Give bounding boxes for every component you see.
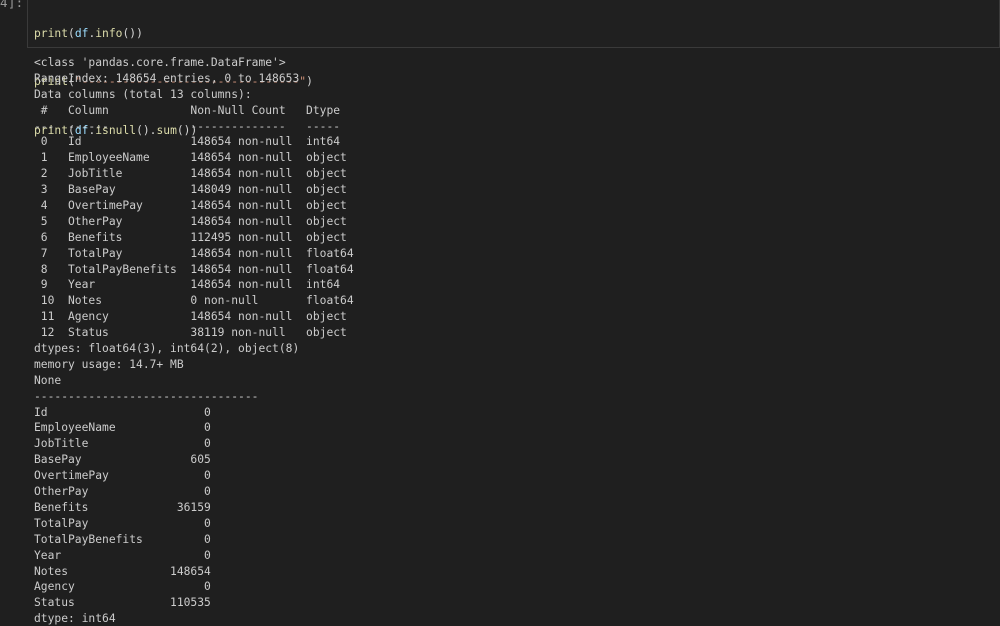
output-line: Notes 148654 — [34, 564, 211, 578]
output-line: Year 0 — [34, 548, 211, 562]
output-line: Id 0 — [34, 405, 211, 419]
code-token-close: ()) — [122, 26, 143, 40]
output-line: 10 Notes 0 non-null float64 — [34, 294, 354, 308]
output-line: Status 110535 — [34, 596, 211, 610]
output-line: 9 Year 148654 non-null int64 — [34, 278, 354, 292]
output-line: TotalPayBenefits 0 — [34, 532, 211, 546]
output-line: EmployeeName 0 — [34, 421, 211, 435]
output-line: 6 Benefits 112495 non-null object — [34, 230, 354, 244]
output-line: 5 OtherPay 148654 non-null object — [34, 214, 354, 228]
output-line: 12 Status 38119 non-null object — [34, 326, 354, 340]
output-line: Agency 0 — [34, 580, 211, 594]
output-line: <class 'pandas.core.frame.DataFrame'> — [34, 56, 286, 69]
output-line: OvertimePay 0 — [34, 469, 211, 483]
output-line: 2 JobTitle 148654 non-null object — [34, 167, 354, 181]
code-token-paren: ( — [68, 26, 75, 40]
output-line: # Column Non-Null Count Dtype — [34, 103, 354, 117]
code-cell-editor[interactable]: print(df.info()) print("----------------… — [27, 0, 1000, 137]
output-line: 3 BasePay 148049 non-null object — [34, 183, 354, 197]
output-line: TotalPay 0 — [34, 516, 211, 530]
cell-execution-prompt: 4]: — [0, 0, 24, 10]
output-line: Benefits 36159 — [34, 500, 211, 514]
output-line: 1 EmployeeName 148654 non-null object — [34, 151, 354, 165]
output-line: BasePay 605 — [34, 453, 211, 467]
output-line: None — [34, 373, 62, 387]
output-line: dtype: int64 — [34, 612, 116, 626]
cell-output: <class 'pandas.core.frame.DataFrame'> Ran… — [34, 55, 354, 626]
output-line: --- ------ -------------- ----- — [34, 119, 354, 133]
code-line-1: print(df.info()) — [34, 26, 313, 42]
output-line: 0 Id 148654 non-null int64 — [34, 135, 354, 149]
output-line: Data columns (total 13 columns): — [34, 87, 252, 101]
output-line: dtypes: float64(3), int64(2), object(8) — [34, 342, 300, 356]
output-line: RangeIndex: 148654 entries, 0 to 148653 — [34, 71, 300, 85]
output-line: 7 TotalPay 148654 non-null float64 — [34, 246, 354, 260]
output-line: 11 Agency 148654 non-null object — [34, 310, 354, 324]
code-token-print: print — [34, 26, 69, 40]
output-line: --------------------------------- — [34, 389, 259, 403]
output-line: OtherPay 0 — [34, 485, 211, 499]
output-line: 8 TotalPayBenefits 148654 non-null float… — [34, 262, 354, 276]
output-line: 4 OvertimePay 148654 non-null object — [34, 199, 354, 213]
output-line: memory usage: 14.7+ MB — [34, 357, 184, 371]
output-line: JobTitle 0 — [34, 437, 211, 451]
code-token-df: df — [74, 26, 89, 40]
code-token-info: info — [95, 26, 123, 40]
